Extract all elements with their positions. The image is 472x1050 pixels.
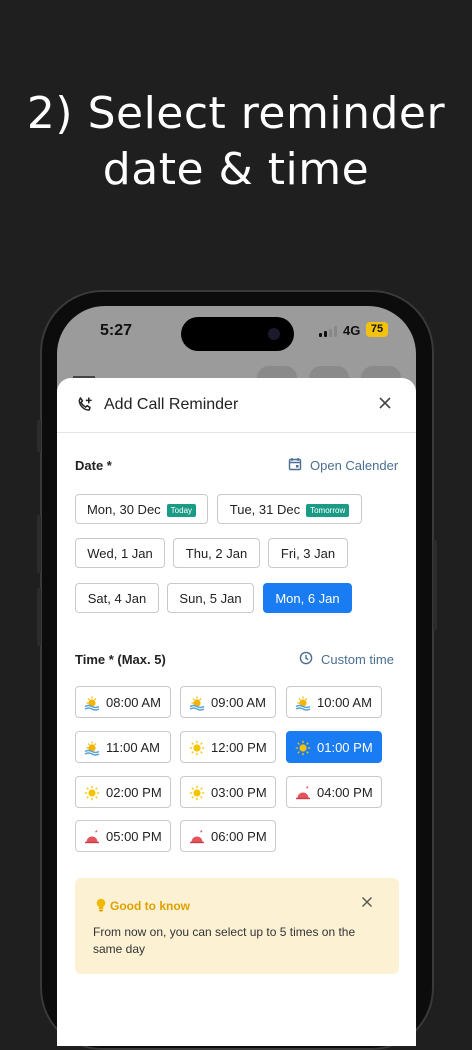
custom-time-link[interactable]: Custom time [299, 651, 394, 667]
sunset-icon [190, 830, 204, 844]
time-chip-label: 02:00 PM [106, 785, 162, 800]
time-chip[interactable]: 12:00 PM [180, 731, 276, 763]
tomorrow-badge: Tomorrow [306, 504, 350, 517]
date-chip[interactable]: Sun, 5 Jan [167, 583, 254, 613]
time-chip[interactable]: 08:00 AM [75, 686, 171, 718]
tip-body: From now on, you can select up to 5 time… [93, 925, 356, 956]
time-chip[interactable]: 09:00 AM [180, 686, 276, 718]
status-time: 5:27 [100, 322, 133, 339]
time-chip-label: 06:00 PM [211, 829, 267, 844]
close-icon[interactable] [361, 896, 373, 908]
time-chip-label: 03:00 PM [211, 785, 267, 800]
time-chip[interactable]: 10:00 AM [286, 686, 382, 718]
date-chip-today[interactable]: Mon, 30 Dec Today [75, 494, 208, 524]
sun-icon [84, 785, 100, 801]
time-chip-label: 04:00 PM [317, 785, 373, 800]
sheet-title: Add Call Reminder [104, 396, 239, 413]
add-call-reminder-sheet: Add Call Reminder Date * Open Calender M… [57, 378, 416, 1046]
headline-line-1: 2) Select reminder [26, 88, 446, 139]
dynamic-island [181, 317, 294, 351]
open-calendar-label: Open Calender [310, 458, 399, 473]
date-chip[interactable]: Wed, 1 Jan [75, 538, 165, 568]
sun-icon [295, 740, 311, 756]
time-chip[interactable]: 04:00 PM [286, 776, 382, 808]
signal-icon [319, 326, 339, 337]
date-chip[interactable]: Sat, 4 Jan [75, 583, 159, 613]
good-to-know-banner: Good to know From now on, you can select… [75, 878, 399, 974]
time-chip[interactable]: 02:00 PM [75, 776, 171, 808]
status-bar: 5:27 4G 75 [57, 306, 416, 358]
sheet-header: Add Call Reminder [57, 378, 416, 433]
time-chip-label: 09:00 AM [211, 695, 266, 710]
sunrise-icon [189, 696, 205, 711]
battery-icon: 75 [366, 322, 388, 337]
date-chip-label: Tue, 31 Dec [229, 502, 301, 517]
sun-icon [189, 785, 205, 801]
close-icon[interactable] [376, 394, 394, 412]
phone-side-button [433, 540, 437, 630]
phone-side-button [37, 515, 41, 573]
open-calendar-link[interactable]: Open Calender [288, 458, 399, 473]
time-chip-selected[interactable]: 01:00 PM [286, 731, 382, 763]
date-chip[interactable]: Thu, 2 Jan [173, 538, 260, 568]
time-chip-label: 11:00 AM [106, 740, 160, 755]
time-chip-label: 05:00 PM [106, 829, 162, 844]
headline-line-2: date & time [102, 144, 370, 195]
time-chip[interactable]: 11:00 AM [75, 731, 171, 763]
time-chip[interactable]: 06:00 PM [180, 820, 276, 852]
sunrise-icon [84, 696, 100, 711]
camera-icon [268, 328, 280, 340]
phone-screen: 5:27 4G 75 Add Call Reminder Date * Open… [57, 306, 416, 1046]
time-chip-label: 12:00 PM [211, 740, 267, 755]
time-chip-label: 08:00 AM [106, 695, 161, 710]
time-chip-label: 01:00 PM [317, 740, 373, 755]
time-label: Time * (Max. 5) [75, 652, 166, 667]
lightbulb-icon [96, 898, 106, 912]
tip-title: Good to know [110, 899, 190, 913]
sunrise-icon [295, 696, 311, 711]
clock-icon [299, 651, 313, 665]
date-chip[interactable]: Fri, 3 Jan [268, 538, 348, 568]
time-chip[interactable]: 05:00 PM [75, 820, 171, 852]
phone-side-button [37, 588, 41, 646]
add-call-icon [78, 397, 92, 411]
calendar-icon [288, 458, 302, 471]
date-chip-label: Mon, 30 Dec [86, 502, 161, 517]
custom-time-label: Custom time [321, 652, 394, 667]
headline: 2) Select reminder date & time [0, 86, 472, 198]
date-chip-tomorrow[interactable]: Tue, 31 Dec Tomorrow [217, 494, 362, 524]
phone-side-button [37, 420, 41, 452]
time-chip[interactable]: 03:00 PM [180, 776, 276, 808]
date-chip-selected[interactable]: Mon, 6 Jan [263, 583, 352, 613]
sunset-icon [85, 830, 99, 844]
network-type: 4G [343, 323, 361, 338]
time-chip-label: 10:00 AM [317, 695, 372, 710]
sunset-icon [296, 786, 310, 800]
date-label: Date * [75, 458, 112, 473]
sunrise-icon [84, 741, 100, 756]
today-badge: Today [166, 504, 197, 517]
sun-icon [189, 740, 205, 756]
